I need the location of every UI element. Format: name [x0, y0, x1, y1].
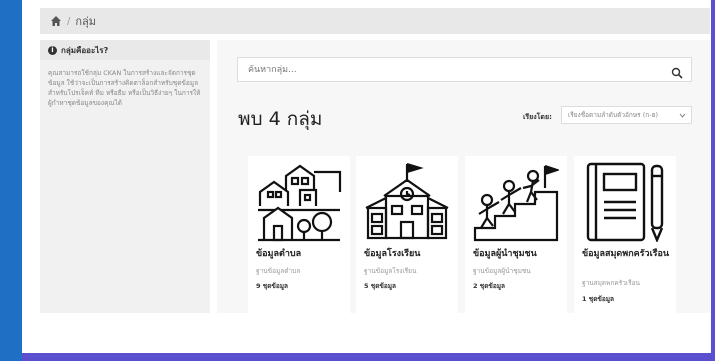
- breadcrumb-current[interactable]: กลุ่ม: [75, 12, 96, 30]
- group-title[interactable]: ข้อมูลผู้นำชุมชน: [473, 248, 565, 260]
- sidebar-description: คุณสามารถใช้กลุ่ม CKAN ในการสร้างและจัดก…: [48, 69, 201, 107]
- group-dataset-count: 2 ชุดข้อมูล: [473, 282, 506, 290]
- group-dataset-count: 5 ชุดข้อมูล: [364, 282, 397, 290]
- group-title[interactable]: ข้อมูลตำบล: [256, 248, 348, 260]
- group-dataset-count: 1 ชุดข้อมูล: [582, 295, 615, 303]
- sidebar-heading: i กลุ่มคืออะไร?: [40, 40, 210, 60]
- group-card[interactable]: ข้อมูลสมุดพกครัวเรือน ฐานสมุดพกครัวเรือน…: [574, 156, 676, 313]
- group-dataset-count: 9 ชุดข้อมูล: [256, 282, 289, 290]
- leaders-climbing-icon: [473, 162, 561, 242]
- main-content: พบ 4 กลุ่ม เรียงโดย: เรียงชื่อตามลำดับตั…: [217, 40, 710, 313]
- search-icon[interactable]: [671, 64, 683, 79]
- sort-select[interactable]: เรียงชื่อตามลำดับตัวอักษร (ก-ฮ): [561, 106, 692, 124]
- group-description: ฐานสมุดพกครัวเรือน: [582, 279, 640, 287]
- search-box: [237, 57, 692, 82]
- home-icon[interactable]: [50, 15, 62, 27]
- school-building-icon: [364, 162, 450, 242]
- group-title[interactable]: ข้อมูลสมุดพกครัวเรือน: [582, 248, 674, 260]
- frame-left-border: [0, 0, 22, 361]
- sidebar-heading-text: กลุ่มคืออะไร?: [61, 45, 109, 55]
- frame-right-border: [711, 0, 715, 361]
- page-canvas: / กลุ่ม i กลุ่มคืออะไร? คุณสามารถใช้กลุ่…: [22, 0, 711, 353]
- group-card[interactable]: ข้อมูลผู้นำชุมชน ฐานข้อมูลผู้นำชุมชน 2 ช…: [465, 156, 567, 313]
- search-input[interactable]: [248, 64, 648, 75]
- results-heading: พบ 4 กลุ่ม: [238, 108, 323, 130]
- village-houses-icon: [256, 162, 342, 242]
- info-icon: i: [48, 45, 57, 55]
- group-description: ฐานข้อมูลผู้นำชุมชน: [473, 267, 531, 275]
- sort-selected-value: เรียงชื่อตามลำดับตัวอักษร (ก-ฮ): [568, 111, 659, 119]
- group-card[interactable]: ข้อมูลตำบล ฐานข้อมูลตำบล 9 ชุดข้อมูล: [248, 156, 350, 313]
- breadcrumb: / กลุ่ม: [40, 8, 710, 34]
- frame-bottom-border: [22, 353, 715, 361]
- notebook-icon: [582, 162, 668, 244]
- group-card[interactable]: ข้อมูลโรงเรียน ฐานข้อมูลโรงเรียน 5 ชุดข้…: [356, 156, 458, 313]
- sidebar: i กลุ่มคืออะไร? คุณสามารถใช้กลุ่ม CKAN ใ…: [40, 40, 210, 313]
- group-description: ฐานข้อมูลโรงเรียน: [364, 267, 417, 275]
- breadcrumb-separator: /: [67, 15, 71, 27]
- group-description: ฐานข้อมูลตำบล: [256, 267, 301, 275]
- sort-label: เรียงโดย:: [523, 113, 552, 121]
- group-title[interactable]: ข้อมูลโรงเรียน: [364, 248, 456, 260]
- chevron-down-icon: [679, 112, 686, 119]
